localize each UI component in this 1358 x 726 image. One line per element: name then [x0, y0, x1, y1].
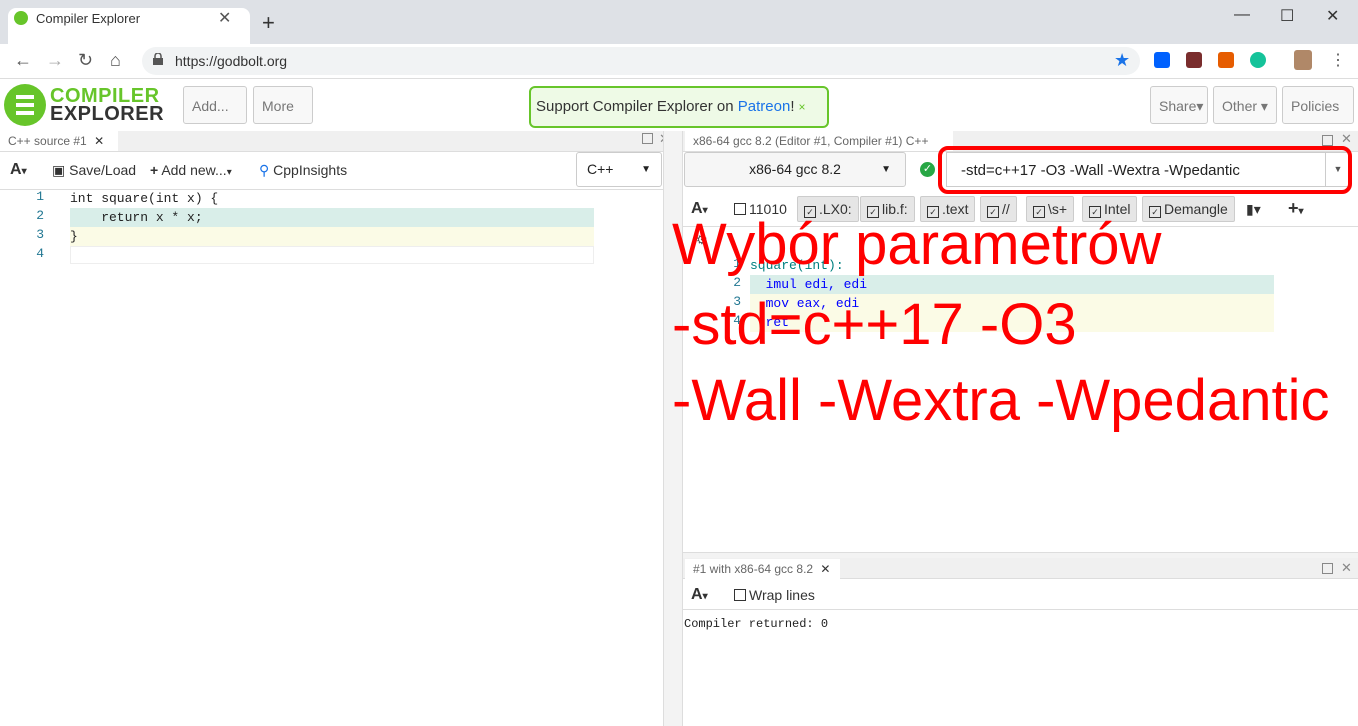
save-icon: ▣ — [52, 162, 66, 178]
chevron-down-icon: ▼ — [881, 164, 891, 175]
language-select[interactable]: C++ ▼ — [576, 152, 662, 187]
tab-compiler[interactable]: x86-64 gcc 8.2 (Editor #1, Compiler #1) … — [685, 131, 953, 168]
share-button[interactable]: Share▾ — [1150, 86, 1208, 124]
maximize-pane-icon[interactable] — [1322, 563, 1333, 574]
line-number: 4 — [36, 246, 44, 261]
browser-tab-title: Compiler Explorer — [36, 11, 141, 26]
patreon-suffix: ! — [790, 98, 795, 115]
maximize-window-button[interactable]: ☐ — [1280, 6, 1294, 26]
save-load-button[interactable]: ▣ Save/Load — [52, 162, 136, 179]
grammarly-extension-icon[interactable] — [1250, 52, 1266, 68]
line-number: 2 — [36, 208, 44, 223]
libraries-book-icon[interactable]: ▮▾ — [1246, 201, 1261, 218]
maximize-pane-icon[interactable] — [642, 133, 653, 144]
code-line: int square(int x) { — [70, 191, 219, 206]
extension-icon[interactable] — [1186, 52, 1202, 68]
other-button[interactable]: Other ▾ — [1213, 86, 1277, 124]
add-tool-plus-icon[interactable]: +▾ — [1288, 198, 1304, 219]
add-button[interactable]: Add... ▾ — [183, 86, 247, 152]
more-button[interactable]: More ▾ — [253, 86, 313, 152]
code-line: return x * x; — [70, 210, 203, 225]
cppinsights-icon: ⚲ — [259, 162, 270, 178]
new-tab-button[interactable]: + — [262, 12, 275, 34]
office-extension-icon[interactable] — [1218, 52, 1234, 68]
compiler-tab-label: x86-64 gcc 8.2 (Editor #1, Compiler #1) … — [693, 134, 929, 148]
asm-line-number: 2 — [733, 275, 741, 290]
compiler-select[interactable]: x86-64 gcc 8.2 ▼ — [684, 152, 906, 187]
add-new-button[interactable]: + Add new...▾ — [150, 162, 232, 178]
patreon-close-button[interactable]: × — [798, 100, 805, 114]
profile-avatar[interactable] — [1294, 50, 1312, 70]
url-text[interactable]: https://godbolt.org — [175, 53, 287, 69]
line-number: 1 — [36, 189, 44, 204]
code-line: } — [70, 229, 78, 244]
options-highlight-ring — [938, 146, 1352, 194]
compiler-explorer-favicon-icon — [14, 11, 28, 25]
editor-tab-label: C++ source #1 — [8, 134, 87, 148]
wrap-lines-checkbox[interactable]: Wrap lines — [734, 587, 815, 603]
tab-cpp-source[interactable]: C++ source #1 ✕ — [0, 131, 118, 151]
minimize-window-button[interactable]: — — [1234, 6, 1250, 24]
compiler-explorer-logo-icon — [4, 84, 46, 126]
logo-text-explorer: EXPLORER — [50, 103, 165, 125]
toolbar-separator — [683, 609, 1358, 610]
close-pane-icon[interactable]: ✕ — [1341, 560, 1352, 576]
output-tab-label: #1 with x86-64 gcc 8.2 — [693, 562, 814, 576]
plus-icon: + — [150, 162, 159, 178]
reload-icon[interactable]: ↻ — [78, 50, 93, 71]
output-font-scale-button[interactable]: A▾ — [691, 586, 708, 604]
policies-button[interactable]: Policies ▾ — [1282, 86, 1354, 152]
cppinsights-button[interactable]: ⚲ CppInsights — [259, 162, 347, 179]
annotation-line-3: -Wall -Wextra -Wpedantic — [672, 368, 1330, 433]
close-window-button[interactable]: ✕ — [1326, 6, 1339, 26]
compile-status-ok-icon: ✓ — [920, 162, 935, 177]
close-pane-icon[interactable]: ✕ — [1341, 131, 1352, 147]
back-arrow-icon[interactable]: ← — [14, 50, 32, 71]
annotation-line-1: Wybór parametrów — [672, 212, 1162, 277]
patreon-text: Support Compiler Explorer on — [536, 98, 738, 115]
chrome-menu-icon[interactable]: ⋮ — [1330, 50, 1346, 70]
code-editor[interactable]: 1 2 3 4 int square(int x) { return x * x… — [0, 189, 663, 726]
address-bar[interactable] — [142, 47, 1140, 75]
lock-icon — [153, 53, 163, 65]
chevron-down-icon: ▼ — [641, 164, 651, 175]
compiler-output-text: Compiler returned: 0 — [684, 617, 829, 631]
close-icon[interactable]: ✕ — [820, 562, 830, 576]
font-scale-button[interactable]: A▾ — [10, 161, 27, 179]
patreon-banner: Support Compiler Explorer on Patreon! × — [529, 86, 829, 128]
dropbox-extension-icon[interactable] — [1154, 52, 1170, 68]
tab-close-icon[interactable]: ✕ — [218, 8, 231, 28]
bookmark-star-icon[interactable]: ★ — [1114, 50, 1130, 71]
patreon-link[interactable]: Patreon — [738, 98, 791, 115]
home-icon[interactable]: ⌂ — [110, 50, 121, 71]
tab-output[interactable]: #1 with x86-64 gcc 8.2 ✕ — [685, 559, 840, 579]
maximize-pane-icon[interactable] — [1322, 135, 1333, 146]
line-number: 3 — [36, 227, 44, 242]
close-icon[interactable]: ✕ — [94, 134, 104, 148]
annotation-line-2: -std=c++17 -O3 — [672, 292, 1077, 357]
forward-arrow-icon[interactable]: → — [46, 50, 64, 71]
